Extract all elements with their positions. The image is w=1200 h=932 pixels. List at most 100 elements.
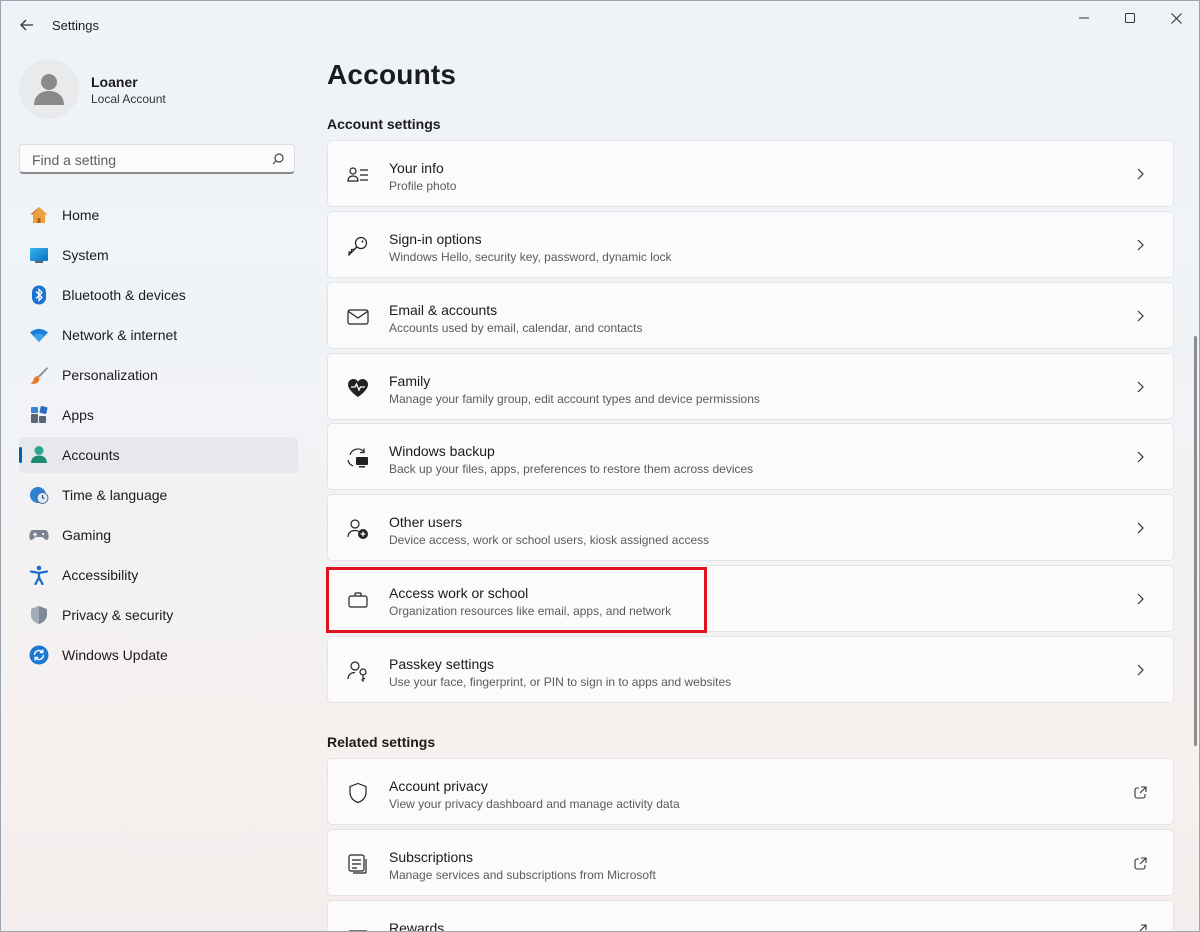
- backup-icon: [347, 447, 369, 469]
- wifi-icon: [29, 325, 49, 345]
- sidebar-item-label: Gaming: [62, 527, 112, 543]
- card-title: Account privacy: [389, 778, 488, 794]
- avatar[interactable]: [19, 59, 79, 119]
- section-heading-account-settings: Account settings: [327, 116, 441, 132]
- sidebar-item-home[interactable]: Home: [19, 197, 298, 233]
- chevron-right-icon: [1133, 520, 1147, 536]
- rewards-gift-icon: [347, 924, 369, 931]
- card-windows-backup[interactable]: Windows backup Back up your files, apps,…: [327, 423, 1174, 490]
- chevron-right-icon: [1133, 379, 1147, 395]
- card-title: Your info: [389, 160, 444, 176]
- chevron-right-icon: [1133, 591, 1147, 607]
- card-title: Other users: [389, 514, 463, 530]
- search-icon[interactable]: [272, 153, 284, 165]
- clock-globe-icon: [29, 485, 49, 505]
- sidebar-item-label: Privacy & security: [62, 607, 174, 623]
- card-title: Family: [389, 373, 431, 389]
- maximize-icon: [1125, 13, 1135, 23]
- arrow-left-icon: [20, 19, 33, 31]
- card-other-users[interactable]: Other users Device access, work or schoo…: [327, 494, 1174, 561]
- account-type: Local Account: [91, 92, 166, 106]
- briefcase-icon: [347, 589, 369, 611]
- card-subtitle: Windows Hello, security key, password, d…: [389, 250, 672, 264]
- sidebar-item-label: System: [62, 247, 109, 263]
- card-your-info[interactable]: Your info Profile photo: [327, 140, 1174, 207]
- update-icon: [29, 645, 49, 665]
- scrollbar[interactable]: [1194, 336, 1197, 746]
- subscriptions-icon: [347, 853, 369, 875]
- open-external-icon: [1133, 784, 1147, 800]
- sidebar-item-apps[interactable]: Apps: [19, 397, 298, 433]
- sidebar-item-time-language[interactable]: Time & language: [19, 477, 298, 513]
- chevron-right-icon: [1133, 449, 1147, 465]
- card-subtitle: Accounts used by email, calendar, and co…: [389, 321, 643, 335]
- back-button[interactable]: [15, 13, 39, 37]
- maximize-button[interactable]: [1112, 7, 1148, 29]
- card-subscriptions[interactable]: Subscriptions Manage services and subscr…: [327, 829, 1174, 896]
- system-icon: [29, 245, 49, 265]
- search-input[interactable]: [30, 151, 264, 169]
- brush-icon: [29, 365, 49, 385]
- card-subtitle: Profile photo: [389, 179, 457, 193]
- person-info-icon: [347, 164, 369, 186]
- open-external-icon: [1133, 922, 1147, 931]
- card-account-privacy[interactable]: Account privacy View your privacy dashbo…: [327, 758, 1174, 825]
- card-sign-in-options[interactable]: Sign-in options Windows Hello, security …: [327, 211, 1174, 278]
- apps-icon: [29, 405, 49, 425]
- close-icon: [1170, 12, 1182, 24]
- title-bar: Settings: [1, 1, 1199, 49]
- sidebar-item-label: Bluetooth & devices: [62, 287, 186, 303]
- sidebar-item-label: Windows Update: [62, 647, 168, 663]
- accessibility-icon: [29, 565, 49, 585]
- sidebar-item-label: Apps: [62, 407, 94, 423]
- sidebar-item-label: Accounts: [62, 447, 120, 463]
- app-title: Settings: [52, 18, 99, 33]
- sidebar-item-accessibility[interactable]: Accessibility: [19, 557, 298, 593]
- page-title: Accounts: [327, 59, 457, 90]
- add-person-icon: [347, 518, 369, 540]
- home-icon: [29, 205, 49, 225]
- card-title: Email & accounts: [389, 302, 498, 318]
- minimize-button[interactable]: [1066, 7, 1102, 29]
- card-email-accounts[interactable]: Email & accounts Accounts used by email,…: [327, 282, 1174, 349]
- open-external-icon: [1133, 855, 1147, 871]
- mail-icon: [347, 306, 369, 328]
- section-heading-related-settings: Related settings: [327, 734, 436, 750]
- card-rewards[interactable]: Rewards: [327, 900, 1174, 931]
- sidebar-nav: Home System Bluetooth & devices Network …: [19, 197, 298, 677]
- search-box[interactable]: [19, 144, 295, 174]
- bluetooth-icon: [29, 285, 49, 305]
- sidebar-item-bluetooth[interactable]: Bluetooth & devices: [19, 277, 298, 313]
- minimize-icon: [1079, 17, 1089, 19]
- card-family[interactable]: Family Manage your family group, edit ac…: [327, 353, 1174, 420]
- shield-icon: [29, 605, 49, 625]
- card-subtitle: Back up your files, apps, preferences to…: [389, 462, 754, 476]
- card-title: Passkey settings: [389, 656, 495, 672]
- card-access-work-school[interactable]: Access work or school Organization resou…: [327, 565, 1174, 632]
- user-avatar-icon: [34, 74, 64, 105]
- chevron-right-icon: [1133, 662, 1147, 678]
- passkey-icon: [347, 660, 369, 682]
- shield-outline-icon: [347, 782, 369, 804]
- user-name: Loaner: [91, 74, 138, 90]
- card-title: Rewards: [389, 920, 445, 931]
- close-button[interactable]: [1158, 7, 1194, 29]
- sidebar-item-network[interactable]: Network & internet: [19, 317, 298, 353]
- sidebar-item-privacy-security[interactable]: Privacy & security: [19, 597, 298, 633]
- sidebar-item-accounts[interactable]: Accounts: [19, 437, 298, 473]
- card-subtitle: Use your face, fingerprint, or PIN to si…: [389, 675, 732, 689]
- card-subtitle: Manage your family group, edit account t…: [389, 392, 760, 406]
- sidebar-item-label: Time & language: [62, 487, 168, 503]
- card-subtitle: Manage services and subscriptions from M…: [389, 868, 656, 882]
- sidebar-item-gaming[interactable]: Gaming: [19, 517, 298, 553]
- sidebar-item-windows-update[interactable]: Windows Update: [19, 637, 298, 673]
- sidebar-item-system[interactable]: System: [19, 237, 298, 273]
- sidebar-item-label: Personalization: [62, 367, 158, 383]
- sidebar-item-personalization[interactable]: Personalization: [19, 357, 298, 393]
- accounts-icon: [29, 445, 49, 465]
- settings-window: Settings Loaner Local Account Home: [0, 0, 1200, 932]
- gamepad-icon: [29, 525, 49, 545]
- card-title: Sign-in options: [389, 231, 482, 247]
- family-heart-icon: [347, 377, 369, 399]
- card-passkey-settings[interactable]: Passkey settings Use your face, fingerpr…: [327, 636, 1174, 703]
